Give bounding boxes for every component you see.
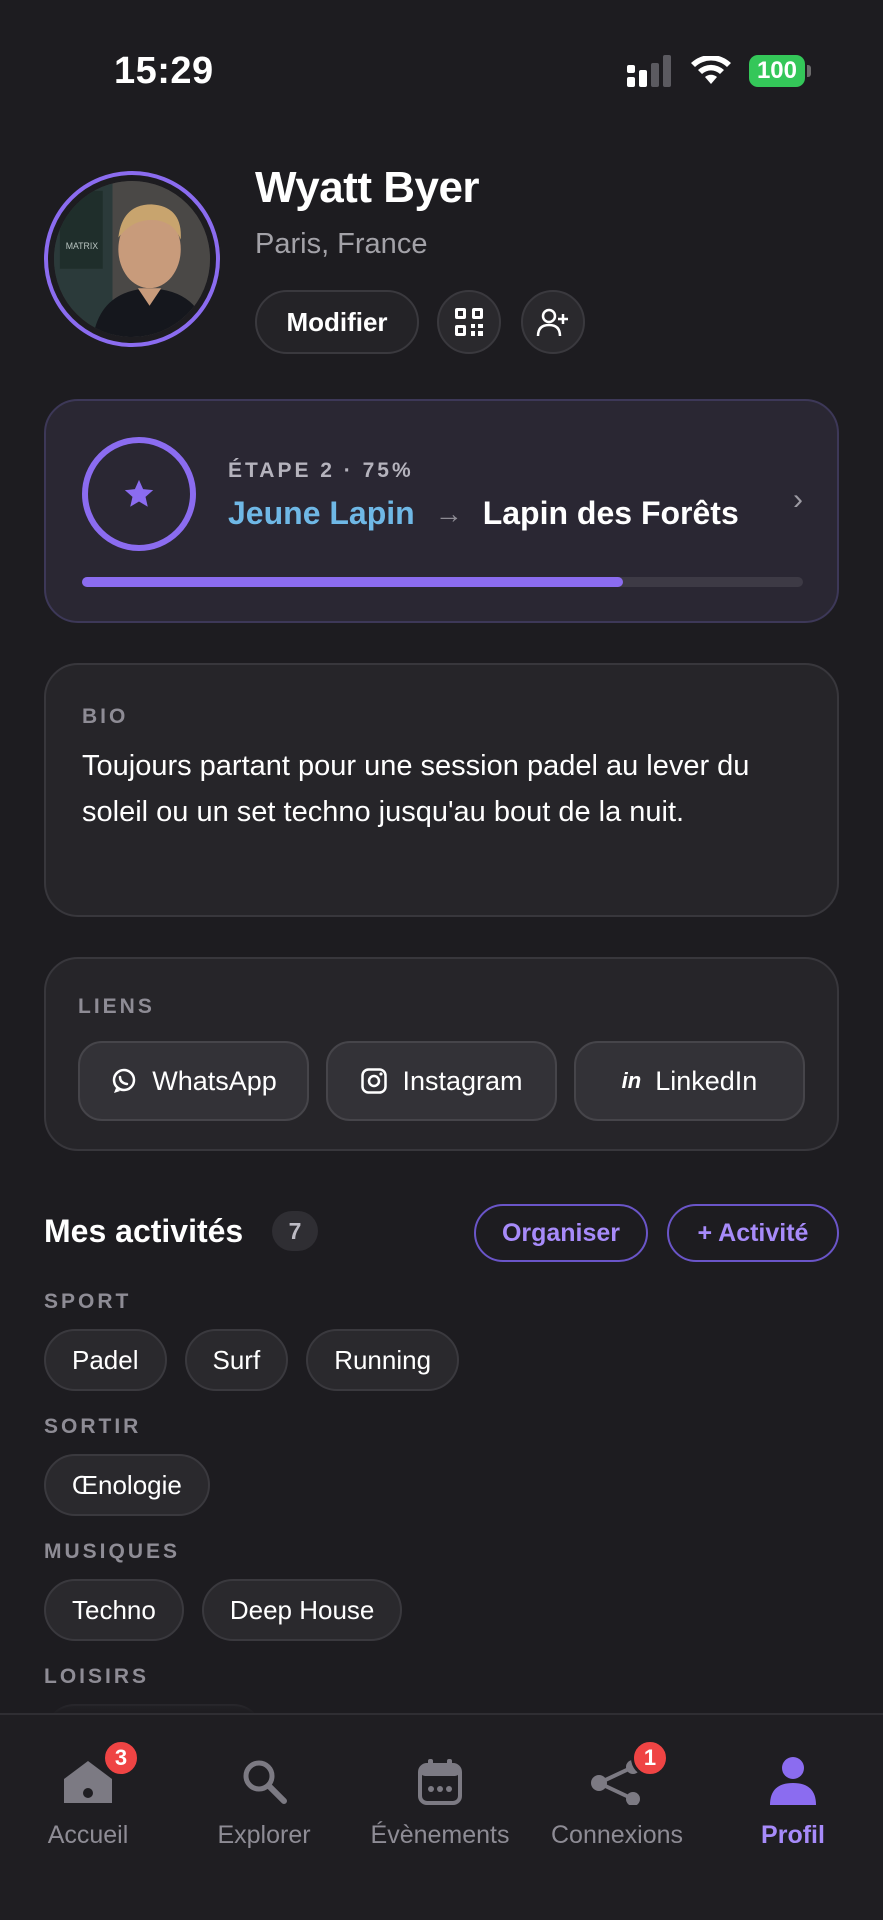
arrow-right-icon: → xyxy=(434,497,463,529)
status-bar: 15:29 100 xyxy=(0,0,883,140)
activity-chip[interactable]: Running xyxy=(306,1329,460,1391)
search-icon xyxy=(234,1751,294,1811)
category-label-sport: SPORT xyxy=(44,1290,132,1313)
activity-chip[interactable]: Techno xyxy=(44,1579,184,1641)
signal-icon xyxy=(626,55,671,87)
notification-badge: 3 xyxy=(102,1739,140,1777)
tab-profil[interactable]: Profil xyxy=(705,1715,881,1855)
share-icon: 1 xyxy=(587,1739,669,1811)
status-icons: 100 xyxy=(626,55,812,87)
tab-label: Profil xyxy=(761,1821,825,1849)
instagram-icon xyxy=(361,1068,388,1094)
tab-explorer[interactable]: Explorer xyxy=(176,1715,352,1855)
chip-row-sport: Padel Surf Running xyxy=(44,1329,460,1391)
calendar-icon xyxy=(410,1751,470,1811)
links-card: LIENS WhatsApp Instagram in LinkedIn xyxy=(44,957,839,1151)
level-badge xyxy=(82,437,196,551)
add-activity-button[interactable]: + Activité xyxy=(667,1204,839,1262)
bio-text: Toujours partant pour une session padel … xyxy=(82,750,750,828)
chip-row-musiques: Techno Deep House xyxy=(44,1579,403,1641)
tab-label: Évènements xyxy=(370,1821,510,1849)
profile-icon xyxy=(763,1751,823,1811)
activity-chip[interactable]: Deep House xyxy=(201,1579,403,1641)
bio-card: BIO Toujours partant pour une session pa… xyxy=(44,663,839,917)
linkedin-label: LinkedIn xyxy=(655,1065,758,1096)
tab-evenements[interactable]: Évènements xyxy=(352,1715,528,1855)
qr-code-button[interactable] xyxy=(437,290,501,354)
edit-profile-button[interactable]: Modifier xyxy=(255,290,419,354)
progress-fill xyxy=(82,577,623,587)
whatsapp-icon xyxy=(112,1068,136,1093)
whatsapp-label: WhatsApp xyxy=(152,1065,277,1096)
star-icon xyxy=(124,479,154,507)
chevron-right-icon: › xyxy=(793,483,803,516)
activity-chip[interactable]: Padel xyxy=(44,1329,167,1391)
wifi-icon xyxy=(690,56,731,84)
home-icon: 3 xyxy=(58,1739,140,1811)
add-user-icon xyxy=(536,308,568,337)
poster-text: MATRIX xyxy=(66,241,99,251)
tab-label: Connexions xyxy=(550,1821,684,1849)
level-progress-card[interactable]: ÉTAPE 2 · 75% Jeune Lapin → Lapin des Fo… xyxy=(44,399,839,623)
tab-connexions[interactable]: 1 Connexions xyxy=(529,1715,705,1855)
profile-location: Paris, France xyxy=(255,228,428,260)
activities-title: Mes activités xyxy=(44,1213,244,1249)
add-friend-button[interactable] xyxy=(521,290,585,354)
linkedin-icon: in xyxy=(621,1068,642,1093)
tab-label: Explorer xyxy=(217,1821,311,1849)
category-label-sortir: SORTIR xyxy=(44,1415,142,1438)
linkedin-link-button[interactable]: in LinkedIn xyxy=(574,1041,805,1121)
activity-chip[interactable]: Œnologie xyxy=(44,1454,210,1516)
category-label-loisirs: LOISIRS xyxy=(44,1665,150,1688)
qr-code-icon xyxy=(455,308,483,336)
scroll-fade xyxy=(0,1690,883,1714)
whatsapp-link-button[interactable]: WhatsApp xyxy=(78,1041,309,1121)
current-level: Jeune Lapin xyxy=(228,495,415,531)
next-level: Lapin des Forêts xyxy=(482,495,739,531)
stage-label: ÉTAPE 2 · 75% xyxy=(228,459,414,482)
stage-transition: Jeune Lapin → Lapin des Forêts xyxy=(228,495,739,532)
tab-accueil[interactable]: 3 Accueil xyxy=(0,1715,176,1855)
tab-label: Accueil xyxy=(47,1821,129,1849)
category-label-musiques: MUSIQUES xyxy=(44,1540,181,1563)
notification-badge: 1 xyxy=(631,1739,669,1777)
profile-name: Wyatt Byer xyxy=(255,163,480,212)
tab-bar: 3 Accueil Explorer Évènements 1 Connexio… xyxy=(0,1713,883,1920)
activity-chip[interactable]: Surf xyxy=(184,1329,289,1391)
organize-button[interactable]: Organiser xyxy=(474,1204,648,1262)
links-label: LIENS xyxy=(78,995,155,1018)
activities-count-badge: 7 xyxy=(272,1211,318,1251)
instagram-link-button[interactable]: Instagram xyxy=(326,1041,557,1121)
bio-label: BIO xyxy=(82,705,129,728)
progress-bar xyxy=(82,577,803,587)
instagram-label: Instagram xyxy=(402,1065,523,1096)
avatar-photo: MATRIX xyxy=(54,181,210,337)
status-time: 15:29 xyxy=(114,50,214,92)
chip-row-sortir: Œnologie xyxy=(44,1454,210,1516)
battery-indicator: 100 xyxy=(748,55,812,87)
avatar-image: MATRIX xyxy=(54,181,210,337)
avatar[interactable]: MATRIX xyxy=(44,171,220,347)
